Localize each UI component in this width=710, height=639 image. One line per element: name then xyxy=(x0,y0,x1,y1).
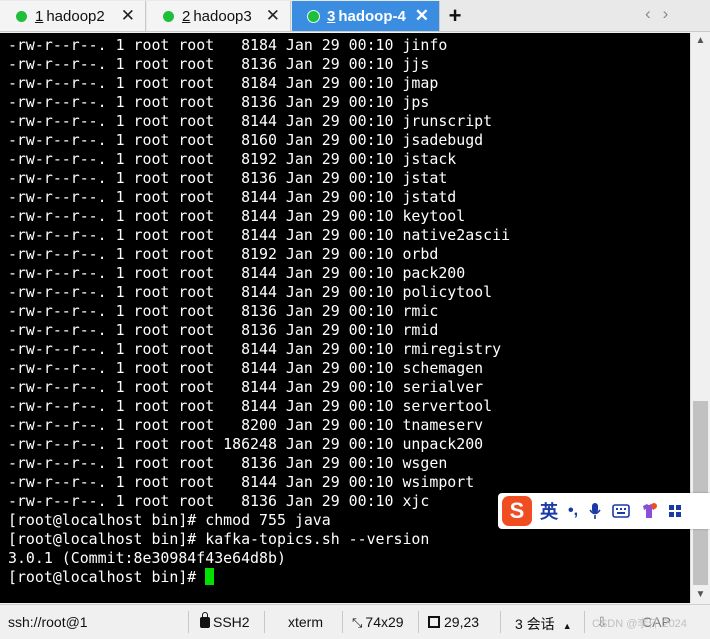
terminal-line: -rw-r--r--. 1 root root 8136 Jan 29 00:1… xyxy=(8,93,430,111)
terminal-type: xterm xyxy=(288,614,323,630)
terminal-line: -rw-r--r--. 1 root root 8144 Jan 29 00:1… xyxy=(8,359,484,377)
session-count-label: 3 会话 xyxy=(515,616,555,632)
tab-number: 3 xyxy=(327,7,336,25)
divider xyxy=(342,611,343,633)
terminal-line: -rw-r--r--. 1 root root 8160 Jan 29 00:1… xyxy=(8,131,484,149)
watermark: CSDN @李仟 2024 xyxy=(592,618,687,630)
resize-icon: ⤡ xyxy=(352,615,363,630)
protocol-indicator: SSH2 xyxy=(200,612,250,630)
terminal-line: -rw-r--r--. 1 root root 8144 Jan 29 00:1… xyxy=(8,283,493,301)
tab-label: hadoop2 xyxy=(46,7,105,25)
ime-toolbar[interactable]: S 英 •, xyxy=(498,493,710,529)
skin-icon[interactable] xyxy=(640,502,658,520)
chevron-left-icon[interactable]: ‹ xyxy=(645,4,663,23)
mic-icon[interactable] xyxy=(588,502,602,520)
terminal-line: -rw-r--r--. 1 root root 8184 Jan 29 00:1… xyxy=(8,74,439,92)
terminal-line: -rw-r--r--. 1 root root 8144 Jan 29 00:1… xyxy=(8,188,457,206)
grid-icon[interactable] xyxy=(668,504,682,518)
terminal-line: -rw-r--r--. 1 root root 8136 Jan 29 00:1… xyxy=(8,55,430,73)
terminal-line: -rw-r--r--. 1 root root 8144 Jan 29 00:1… xyxy=(8,340,502,358)
scroll-down-arrow-icon[interactable]: ▼ xyxy=(691,587,710,603)
terminal-line: -rw-r--r--. 1 root root 8144 Jan 29 00:1… xyxy=(8,112,493,130)
close-icon[interactable]: ✕ xyxy=(121,6,135,26)
scroll-up-arrow-icon[interactable]: ▲ xyxy=(691,33,710,49)
connection-address: ssh://root@1 xyxy=(8,614,88,630)
tab-hadoop-4[interactable]: 3 hadoop-4 ✕ xyxy=(292,1,440,31)
terminal-line: -rw-r--r--. 1 root root 8144 Jan 29 00:1… xyxy=(8,397,493,415)
new-tab-button[interactable]: + xyxy=(442,3,468,29)
terminal-line: -rw-r--r--. 1 root root 8144 Jan 29 00:1… xyxy=(8,378,484,396)
divider xyxy=(500,611,501,633)
punctuation-icon[interactable]: •, xyxy=(568,502,578,520)
text-cursor xyxy=(205,568,215,585)
cursor-position: 29,23 xyxy=(428,614,479,630)
tab-bar: 1 hadoop2 ✕ 2 hadoop3 ✕ 3 hadoop-4 ✕ + ‹… xyxy=(0,0,710,32)
caret-up-icon: ▲ xyxy=(562,621,572,631)
cursor-position-icon xyxy=(428,616,440,628)
terminal-line: -rw-r--r--. 1 root root 8144 Jan 29 00:1… xyxy=(8,264,466,282)
lock-icon xyxy=(200,612,210,628)
tab-label: hadoop-4 xyxy=(338,7,406,25)
close-icon[interactable]: ✕ xyxy=(266,6,280,26)
keyboard-icon[interactable] xyxy=(612,504,630,518)
tab-number: 2 xyxy=(182,7,191,25)
terminal-line: -rw-r--r--. 1 root root 8144 Jan 29 00:1… xyxy=(8,207,466,225)
terminal-size-label: 74x29 xyxy=(365,614,404,630)
terminal-line: -rw-r--r--. 1 root root 8192 Jan 29 00:1… xyxy=(8,245,439,263)
ime-language-toggle[interactable]: 英 xyxy=(540,498,558,524)
terminal-line: -rw-r--r--. 1 root root 186248 Jan 29 00… xyxy=(8,435,484,453)
terminal-line: -rw-r--r--. 1 root root 8136 Jan 29 00:1… xyxy=(8,302,439,320)
tab-scroll-arrows[interactable]: ‹› xyxy=(645,4,680,24)
close-icon[interactable]: ✕ xyxy=(415,6,429,26)
divider xyxy=(188,611,189,633)
connected-status-icon xyxy=(308,10,319,22)
divider xyxy=(264,611,265,633)
terminal-line: [root@localhost bin]# kafka-topics.sh --… xyxy=(8,530,430,548)
tab-number: 1 xyxy=(35,7,44,25)
terminal-line: -rw-r--r--. 1 root root 8200 Jan 29 00:1… xyxy=(8,416,484,434)
terminal-line: -rw-r--r--. 1 root root 8136 Jan 29 00:1… xyxy=(8,321,439,339)
terminal-prompt-line[interactable]: [root@localhost bin]# xyxy=(8,568,690,587)
connected-status-icon xyxy=(16,10,27,22)
cursor-position-label: 29,23 xyxy=(444,614,480,630)
tab-hadoop2[interactable]: 1 hadoop2 ✕ xyxy=(0,1,146,31)
sogou-logo-icon[interactable]: S xyxy=(502,496,532,526)
protocol-label: SSH2 xyxy=(213,614,250,630)
tab-label: hadoop3 xyxy=(193,7,252,25)
terminal-line: -rw-r--r--. 1 root root 8136 Jan 29 00:1… xyxy=(8,169,448,187)
terminal-line: -rw-r--r--. 1 root root 8184 Jan 29 00:1… xyxy=(8,36,448,54)
session-count[interactable]: 3 会话 ▲ xyxy=(515,614,572,634)
shell-prompt: [root@localhost bin]# xyxy=(8,568,206,586)
terminal-line: -rw-r--r--. 1 root root 8136 Jan 29 00:1… xyxy=(8,454,448,472)
terminal-line: -rw-r--r--. 1 root root 8144 Jan 29 00:1… xyxy=(8,473,475,491)
terminal-line: -rw-r--r--. 1 root root 8192 Jan 29 00:1… xyxy=(8,150,457,168)
connected-status-icon xyxy=(163,10,174,22)
chevron-right-icon[interactable]: › xyxy=(663,4,681,23)
terminal-line: -rw-r--r--. 1 root root 8144 Jan 29 00:1… xyxy=(8,226,511,244)
terminal-size: ⤡ 74x29 xyxy=(352,614,404,631)
tab-hadoop3[interactable]: 2 hadoop3 ✕ xyxy=(147,1,291,31)
divider xyxy=(584,611,585,633)
terminal-line: 3.0.1 (Commit:8e30984f43e64d8b) xyxy=(8,549,286,567)
divider xyxy=(418,611,419,633)
